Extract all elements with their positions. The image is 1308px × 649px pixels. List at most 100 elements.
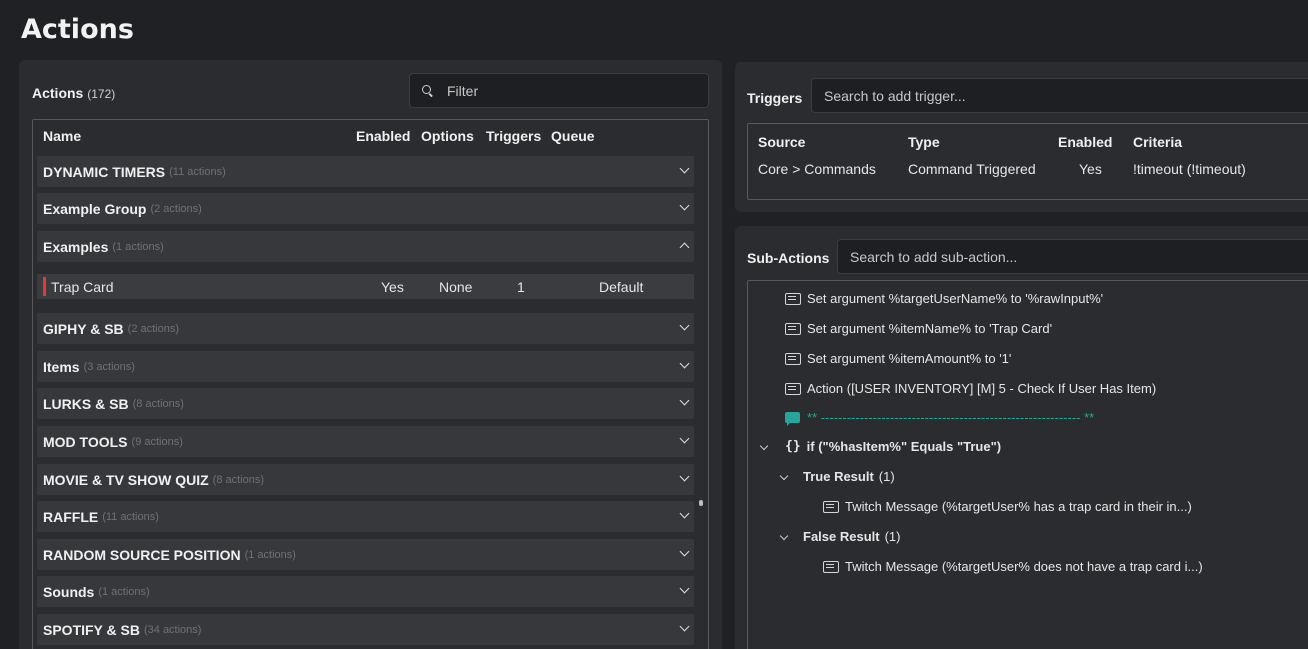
list-icon	[785, 352, 801, 365]
group-name: Examples	[43, 238, 109, 255]
column-header-source: Source	[758, 134, 806, 150]
group-count: (11 actions)	[102, 510, 159, 523]
chevron-down-icon[interactable]	[780, 474, 788, 482]
column-header-queue[interactable]: Queue	[551, 128, 595, 144]
chevron-down-icon[interactable]	[680, 586, 689, 595]
group-row-spotify-sb[interactable]: SPOTIFY & SB (34 actions)	[37, 614, 694, 645]
group-count: (34 actions)	[143, 623, 202, 636]
group-name: MOD TOOLS	[43, 433, 128, 450]
actions-label-text: Actions	[32, 85, 84, 101]
list-icon	[785, 382, 801, 395]
branch-count: (1)	[878, 469, 895, 484]
triggers-panel: Triggers Search to add trigger... Source…	[735, 62, 1308, 212]
chevron-down-icon[interactable]	[680, 166, 689, 175]
action-name: Trap Card	[51, 279, 114, 295]
group-row-lurks-sb[interactable]: LURKS & SB (8 actions)	[37, 388, 694, 419]
action-row-trap-card[interactable]: Trap Card Yes None 1 Default	[37, 274, 694, 299]
selected-indicator	[43, 277, 46, 296]
chevron-down-icon[interactable]	[680, 474, 689, 483]
chevron-down-icon[interactable]	[680, 511, 689, 520]
actions-list-header: Name Enabled Options Triggers Queue	[33, 128, 708, 148]
group-row-dynamic-timers[interactable]: DYNAMIC TIMERS (11 actions)	[37, 156, 694, 187]
group-name: RANDOM SOURCE POSITION	[43, 546, 241, 563]
group-row-sounds[interactable]: Sounds (1 actions)	[37, 576, 694, 607]
group-count: (11 actions)	[169, 165, 226, 178]
chevron-down-icon[interactable]	[680, 436, 689, 445]
subaction-item[interactable]: Twitch Message (%targetUser% does not ha…	[823, 559, 1203, 574]
subaction-text: Twitch Message (%targetUser% has a trap …	[845, 499, 1192, 514]
chevron-down-icon[interactable]	[680, 323, 689, 332]
group-name: Items	[43, 358, 80, 375]
actions-panel: Actions (172) Filter Name Enabled Option…	[19, 60, 722, 649]
column-header-options[interactable]: Options	[421, 128, 474, 144]
group-row-movie-tv-quiz[interactable]: MOVIE & TV SHOW QUIZ (8 actions)	[37, 464, 694, 495]
group-count: (2 actions)	[127, 322, 180, 335]
chevron-down-icon[interactable]	[680, 203, 689, 212]
column-header-enabled[interactable]: Enabled	[356, 128, 410, 144]
subaction-text: Set argument %itemAmount% to '1'	[807, 351, 1012, 366]
group-row-giphy-sb[interactable]: GIPHY & SB (2 actions)	[37, 313, 694, 344]
branch-label: True Result	[803, 469, 874, 484]
group-name: DYNAMIC TIMERS	[43, 163, 166, 180]
trigger-enabled[interactable]: Yes	[1079, 161, 1102, 177]
subaction-text: Set argument %targetUserName% to '%rawIn…	[807, 291, 1104, 306]
subaction-item[interactable]: Set argument %targetUserName% to '%rawIn…	[785, 291, 1103, 306]
trigger-criteria[interactable]: !timeout (!timeout)	[1133, 161, 1246, 177]
chevron-down-icon[interactable]	[760, 444, 768, 452]
action-queue: Default	[599, 279, 644, 295]
subaction-item[interactable]: Set argument %itemAmount% to '1'	[785, 351, 1011, 366]
column-header-type: Type	[908, 134, 940, 150]
filter-input[interactable]: Filter	[409, 73, 709, 108]
chevron-up-icon[interactable]	[680, 241, 689, 250]
subaction-comment[interactable]: ** -------------------------------------…	[785, 410, 1095, 426]
group-count: (8 actions)	[212, 473, 265, 486]
group-count: (1 actions)	[98, 585, 150, 598]
group-name: SPOTIFY & SB	[43, 621, 140, 638]
group-count: (1 actions)	[244, 548, 296, 561]
actions-list: Name Enabled Options Triggers Queue DYNA…	[32, 119, 709, 649]
group-row-random-source-position[interactable]: RANDOM SOURCE POSITION (1 actions)	[37, 539, 694, 570]
action-options: None	[439, 279, 473, 295]
triggers-label: Triggers	[747, 90, 803, 106]
trigger-search-placeholder: Search to add trigger...	[824, 87, 966, 104]
group-row-mod-tools[interactable]: MOD TOOLS (9 actions)	[37, 426, 694, 457]
page-title: Actions	[21, 14, 134, 45]
subaction-item[interactable]: Action ([USER INVENTORY] [M] 5 - Check I…	[785, 381, 1156, 396]
list-icon	[785, 292, 801, 305]
group-count: (8 actions)	[132, 397, 184, 410]
action-enabled: Yes	[381, 279, 404, 295]
triggers-table: Source Type Enabled Criteria Core > Comm…	[747, 123, 1308, 200]
chevron-down-icon[interactable]	[680, 398, 689, 407]
group-row-example-group[interactable]: Example Group (2 actions)	[37, 193, 694, 224]
chevron-down-icon[interactable]	[680, 361, 689, 370]
subaction-search-input[interactable]: Search to add sub-action...	[837, 239, 1308, 274]
trigger-search-input[interactable]: Search to add trigger...	[811, 78, 1308, 113]
subaction-item[interactable]: Twitch Message (%targetUser% has a trap …	[823, 499, 1192, 514]
group-row-items[interactable]: Items (3 actions)	[37, 351, 694, 382]
column-header-name[interactable]: Name	[43, 128, 81, 144]
true-result-branch[interactable]: True Result (1)	[803, 469, 895, 484]
subaction-text: Set argument %itemName% to 'Trap Card'	[807, 321, 1053, 336]
if-text: if ("%hasItem%" Equals "True")	[806, 439, 1002, 454]
actions-label: Actions (172)	[32, 85, 115, 101]
subactions-panel: Sub-Actions Search to add sub-action... …	[735, 226, 1308, 649]
subaction-if[interactable]: {} if ("%hasItem%" Equals "True")	[785, 439, 1001, 454]
group-row-examples[interactable]: Examples (1 actions)	[37, 231, 694, 262]
scrollbar-thumb[interactable]	[699, 500, 703, 506]
column-header-triggers[interactable]: Triggers	[486, 128, 541, 144]
subaction-item[interactable]: Set argument %itemName% to 'Trap Card'	[785, 321, 1052, 336]
chevron-down-icon[interactable]	[680, 624, 689, 633]
trigger-source[interactable]: Core > Commands	[758, 161, 876, 177]
group-count: (2 actions)	[150, 202, 202, 215]
group-count: (3 actions)	[83, 360, 135, 373]
chevron-down-icon[interactable]	[680, 549, 689, 558]
group-name: Sounds	[43, 583, 95, 600]
action-triggers: 1	[517, 279, 525, 295]
trigger-type[interactable]: Command Triggered	[908, 161, 1036, 177]
subaction-text: Twitch Message (%targetUser% does not ha…	[845, 559, 1203, 574]
branch-count: (1)	[884, 529, 901, 544]
comment-text: ** -------------------------------------…	[807, 410, 1095, 425]
false-result-branch[interactable]: False Result (1)	[803, 529, 900, 544]
group-row-raffle[interactable]: RAFFLE (11 actions)	[37, 501, 694, 532]
chevron-down-icon[interactable]	[780, 534, 788, 542]
